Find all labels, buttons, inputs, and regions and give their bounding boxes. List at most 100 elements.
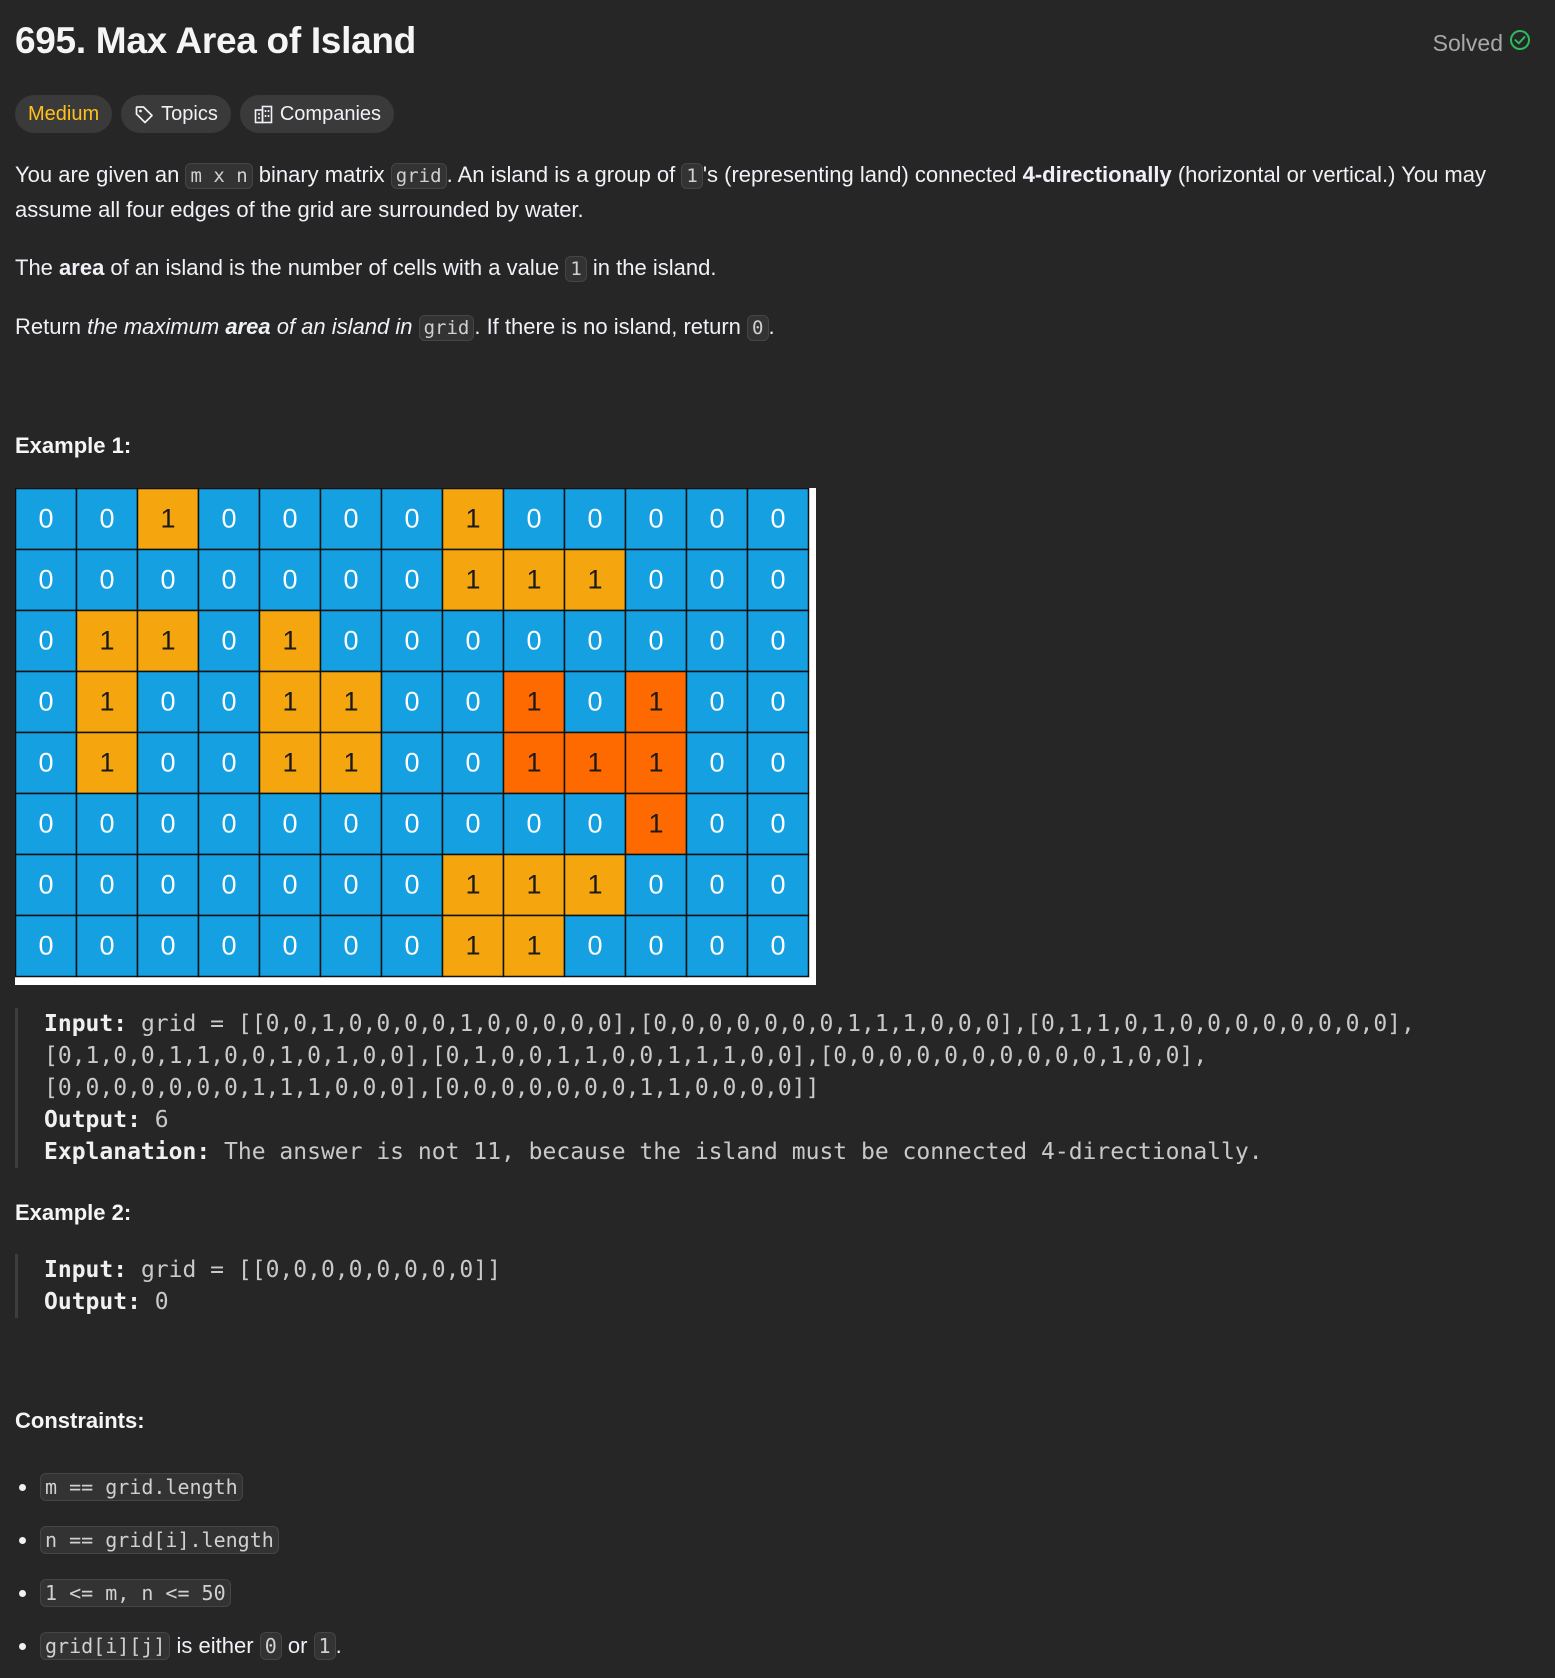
grid-cell-value: 0	[343, 626, 358, 656]
problem-page: 695. Max Area of Island Solved Medium To…	[0, 0, 1555, 1678]
text: in the island.	[586, 255, 717, 280]
grid-cell-value: 1	[648, 748, 663, 778]
grid-cell-value: 0	[99, 931, 114, 961]
inline-code: grid	[390, 163, 447, 189]
grid-cell-value: 0	[38, 809, 53, 839]
grid-cell-value: 0	[221, 504, 236, 534]
grid-cell-value: 1	[99, 626, 114, 656]
grid-cell-value: 0	[709, 748, 724, 778]
solved-status: Solved	[1433, 29, 1531, 57]
problem-tags: Medium Topics Companies	[15, 95, 395, 133]
inline-code: 0	[259, 1631, 282, 1660]
island-grid-image: 0 0 1 0 0 0 0 1 0 0 0 0 0 0 0 0 0 0 0 0 1 1 1 0 0 0 0 1 1 0 1 0 0 0 0 0 0 0 0 0…	[15, 488, 816, 985]
grid-cell-value: 0	[38, 870, 53, 900]
topics-label: Topics	[161, 102, 218, 125]
grid-cell-value: 0	[465, 809, 480, 839]
grid-cell-value: 0	[160, 687, 175, 717]
grid-cell-value: 0	[526, 504, 541, 534]
grid-cell-value: 0	[404, 565, 419, 595]
difficulty-badge: Medium	[15, 95, 113, 133]
grid-cell-value: 0	[404, 870, 419, 900]
inline-code: 1	[681, 163, 703, 189]
example-1-block: Input: grid = [[0,0,1,0,0,0,0,1,0,0,0,0,…	[15, 1008, 1415, 1168]
grid-cell-value: 1	[526, 748, 541, 778]
bold-text: 4-directionally	[1022, 162, 1172, 187]
grid-cell-value: 0	[282, 504, 297, 534]
grid-cell-value: 1	[160, 504, 175, 534]
constraint-item: n == grid[i].length	[15, 1513, 342, 1566]
text: binary matrix	[252, 162, 391, 187]
grid-cell-value: 1	[648, 809, 663, 839]
grid-cell-value: 1	[587, 870, 602, 900]
input-line: Input: grid = [[0,0,1,0,0,0,0,1,0,0,0,0,…	[44, 1008, 1415, 1040]
companies-label: Companies	[279, 102, 382, 125]
grid-cell-value: 0	[709, 504, 724, 534]
tag-icon	[134, 104, 155, 125]
inline-code: grid[i][j]	[40, 1631, 171, 1660]
grid-cell-value: 1	[465, 565, 480, 595]
text: The	[15, 255, 60, 280]
grid-cell-value: 0	[709, 687, 724, 717]
input-label: Input:	[44, 1257, 128, 1283]
text: . If there is no island, return	[474, 314, 748, 339]
grid-cell-value: 1	[587, 748, 602, 778]
grid-cell-value: 1	[282, 748, 297, 778]
grid-cell-value: 0	[221, 626, 236, 656]
building-icon	[253, 104, 274, 125]
grid-cell-value: 0	[709, 809, 724, 839]
grid-cell-value: 0	[282, 809, 297, 839]
grid-cell-value: 0	[648, 626, 663, 656]
grid-cell-value: 0	[38, 748, 53, 778]
grid-cell-value: 0	[587, 687, 602, 717]
grid-cell-value: 1	[526, 931, 541, 961]
explanation-value: The answer is not 11, because the island…	[210, 1139, 1263, 1165]
grid-cell-value: 0	[160, 809, 175, 839]
output-label: Output:	[44, 1107, 141, 1133]
grid-cell-value: 0	[770, 626, 785, 656]
grid-cell-value: 0	[282, 565, 297, 595]
text: 's (representing land) connected	[702, 162, 1023, 187]
explanation-line: Explanation: The answer is not 11, becau…	[44, 1136, 1415, 1168]
grid-cell-value: 0	[770, 687, 785, 717]
grid-cell-value: 0	[770, 931, 785, 961]
grid-cell-value: 0	[465, 687, 480, 717]
grid-cell-value: 0	[160, 565, 175, 595]
grid-cell-value: 1	[465, 504, 480, 534]
grid-cell-value: 1	[648, 687, 663, 717]
grid-cell-value: 0	[648, 870, 663, 900]
grid-cell-value: 0	[526, 626, 541, 656]
grid-cell-value: 0	[38, 931, 53, 961]
grid-cell-value: 0	[221, 687, 236, 717]
example-2-block: Input: grid = [[0,0,0,0,0,0,0,0]] Output…	[15, 1254, 501, 1318]
grid-cell-value: 0	[221, 809, 236, 839]
example-1-heading: Example 1:	[15, 433, 132, 458]
grid-cell-value: 0	[404, 626, 419, 656]
island-grid: 0 0 1 0 0 0 0 1 0 0 0 0 0 0 0 0 0 0 0 0 1 1 1 0 0 0 0 1 1 0 1 0 0 0 0 0 0 0 0 0…	[15, 488, 810, 978]
text: of an island is the number of cells with…	[104, 255, 566, 280]
grid-cell-value: 0	[99, 809, 114, 839]
input-value-continued: [0,0,0,0,0,0,0,1,1,1,0,0,0],[0,0,0,0,0,0…	[44, 1075, 820, 1101]
topics-button[interactable]: Topics	[121, 95, 231, 133]
constraint-item: grid[i][j] is either 0 or 1.	[15, 1619, 342, 1672]
grid-cell-value: 1	[343, 748, 358, 778]
grid-cell-value: 1	[465, 870, 480, 900]
italic-text: of an island in	[270, 314, 419, 339]
inline-code: 1	[313, 1631, 336, 1660]
grid-cell-value: 0	[648, 931, 663, 961]
grid-cell-value: 0	[221, 748, 236, 778]
grid-cell-value: 0	[404, 687, 419, 717]
grid-cell-value: 0	[38, 565, 53, 595]
text: . An island is a group of	[446, 162, 682, 187]
grid-cell-value: 0	[282, 870, 297, 900]
grid-cell-value: 0	[160, 748, 175, 778]
grid-cell-value: 0	[99, 870, 114, 900]
text: Return	[15, 314, 88, 339]
text: .	[768, 314, 775, 339]
grid-cell-value: 0	[404, 748, 419, 778]
description-paragraph-1: You are given an m x n binary matrix gri…	[15, 158, 1540, 226]
input-line: Input: grid = [[0,0,0,0,0,0,0,0]]	[44, 1254, 501, 1286]
output-line: Output: 6	[44, 1104, 1415, 1136]
grid-cell-value: 0	[587, 626, 602, 656]
grid-cell-value: 0	[404, 809, 419, 839]
companies-button[interactable]: Companies	[239, 95, 395, 133]
